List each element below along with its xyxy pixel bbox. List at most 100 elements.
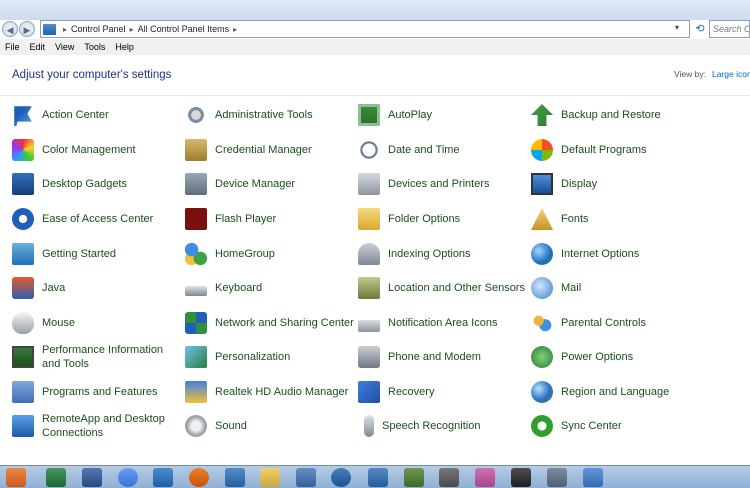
cp-item-autoplay[interactable]: AutoPlay xyxy=(358,100,528,130)
cp-item-remoteapp-and-desktop-connections[interactable]: RemoteApp and Desktop Connections xyxy=(12,411,182,441)
cp-item-color-management[interactable]: Color Management xyxy=(12,135,182,165)
network-share-icon[interactable] xyxy=(296,468,316,487)
paint-icon[interactable] xyxy=(475,468,495,487)
cp-item-performance-information-and-tools[interactable]: Performance Information and Tools xyxy=(12,342,182,372)
cp-item-homegroup[interactable]: HomeGroup xyxy=(185,239,355,269)
cp-item-parental-controls[interactable]: Parental Controls xyxy=(531,308,711,338)
cp-item-label: Mouse xyxy=(42,317,76,329)
cp-item-backup-and-restore[interactable]: Backup and Restore xyxy=(531,100,711,130)
menu-tools[interactable]: Tools xyxy=(79,39,110,55)
cp-item-ease-of-access-center[interactable]: Ease of Access Center xyxy=(12,204,182,234)
notification-icon xyxy=(358,319,380,332)
cp-item-network-and-sharing-center[interactable]: Network and Sharing Center xyxy=(185,308,355,338)
game-icon[interactable] xyxy=(404,468,424,487)
back-button[interactable]: ◀ xyxy=(2,21,18,37)
view-by-dropdown[interactable]: Large icons xyxy=(712,69,750,79)
backup-icon xyxy=(531,104,553,126)
admin-tools-icon xyxy=(185,104,207,126)
cp-item-label: Phone and Modem xyxy=(388,351,481,363)
excel-icon[interactable] xyxy=(46,468,66,487)
cp-item-folder-options[interactable]: Folder Options xyxy=(358,204,528,234)
cp-item-display[interactable]: Display xyxy=(531,169,711,199)
search-input[interactable]: Search Co xyxy=(709,20,750,38)
cp-item-programs-and-features[interactable]: Programs and Features xyxy=(12,377,182,407)
cmd-icon[interactable] xyxy=(511,468,531,487)
audio-manager-icon xyxy=(185,381,207,403)
menu-help[interactable]: Help xyxy=(110,39,139,55)
breadcrumb-control-panel[interactable]: Control Panel xyxy=(71,24,126,34)
network-monitor-icon[interactable] xyxy=(439,468,459,487)
cp-item-label: Speech Recognition xyxy=(382,420,481,432)
cp-item-notification-area-icons[interactable]: Notification Area Icons xyxy=(358,308,528,338)
page-title: Adjust your computer's settings xyxy=(12,69,172,81)
cp-item-mouse[interactable]: Mouse xyxy=(12,308,182,338)
cp-item-region-and-language[interactable]: Region and Language xyxy=(531,377,711,407)
fonts-icon xyxy=(531,208,553,230)
cp-item-label: Flash Player xyxy=(215,213,277,225)
cp-item-power-options[interactable]: Power Options xyxy=(531,342,711,372)
cp-item-phone-and-modem[interactable]: Phone and Modem xyxy=(358,342,528,372)
cp-item-device-manager[interactable]: Device Manager xyxy=(185,169,355,199)
chevron-down-icon[interactable]: ▾ xyxy=(675,23,679,32)
ease-of-access-icon xyxy=(12,208,34,230)
cp-item-label: Color Management xyxy=(42,144,136,156)
cp-item-keyboard[interactable]: Keyboard xyxy=(185,273,355,303)
word-icon[interactable] xyxy=(82,468,102,487)
cp-item-label: RemoteApp and Desktop Connections xyxy=(42,413,165,439)
control-panel-content: Adjust your computer's settings View by:… xyxy=(0,55,750,465)
cp-item-personalization[interactable]: Personalization xyxy=(185,342,355,372)
cp-item-realtek-hd-audio-manager[interactable]: Realtek HD Audio Manager xyxy=(185,377,355,407)
cp-item-date-and-time[interactable]: Date and Time xyxy=(358,135,528,165)
cp-item-indexing-options[interactable]: Indexing Options xyxy=(358,239,528,269)
cp-item-recovery[interactable]: Recovery xyxy=(358,377,528,407)
cp-item-label: Devices and Printers xyxy=(388,178,490,190)
menu-edit[interactable]: Edit xyxy=(25,39,51,55)
menu-view[interactable]: View xyxy=(50,39,79,55)
thunderbird-icon[interactable] xyxy=(225,468,245,487)
address-bar[interactable]: ▸ Control Panel ▸ All Control Panel Item… xyxy=(40,20,690,38)
cp-item-devices-and-printers[interactable]: Devices and Printers xyxy=(358,169,528,199)
cp-item-speech-recognition[interactable]: Speech Recognition xyxy=(358,411,522,441)
refresh-icon[interactable]: ⟲ xyxy=(692,20,708,38)
cp-item-credential-manager[interactable]: Credential Manager xyxy=(185,135,355,165)
header-divider xyxy=(0,95,750,96)
refresh-app-icon[interactable] xyxy=(368,468,388,487)
control-panel-icon[interactable] xyxy=(583,468,603,487)
chrome-icon[interactable] xyxy=(118,468,138,487)
speaker-icon xyxy=(185,415,207,437)
phone-icon xyxy=(358,346,380,368)
menu-file[interactable]: File xyxy=(0,39,25,55)
outlook-icon[interactable] xyxy=(153,468,173,487)
forward-button[interactable]: ▶ xyxy=(19,21,35,37)
recovery-icon xyxy=(358,381,380,403)
cp-item-location-and-other-sensors[interactable]: Location and Other Sensors xyxy=(358,273,528,303)
cp-item-flash-player[interactable]: Flash Player xyxy=(185,204,355,234)
cp-item-label: Mail xyxy=(561,282,582,294)
taskbar xyxy=(0,465,750,488)
cp-item-administrative-tools[interactable]: Administrative Tools xyxy=(185,100,355,130)
cp-item-fonts[interactable]: Fonts xyxy=(531,204,711,234)
network-icon xyxy=(185,312,207,334)
media-player-icon[interactable] xyxy=(6,468,26,487)
calculator-icon[interactable] xyxy=(547,468,567,487)
cp-item-getting-started[interactable]: Getting Started xyxy=(12,239,182,269)
cp-item-sync-center[interactable]: Sync Center xyxy=(531,411,711,441)
cp-item-label: Performance Information and Tools xyxy=(42,344,164,370)
cp-item-label: Display xyxy=(561,178,598,190)
cp-item-desktop-gadgets[interactable]: Desktop Gadgets xyxy=(12,169,182,199)
cp-item-sound[interactable]: Sound xyxy=(185,411,355,441)
malwarebytes-icon[interactable] xyxy=(331,468,351,487)
cp-item-internet-options[interactable]: Internet Options xyxy=(531,239,711,269)
cp-item-label: Java xyxy=(42,282,66,294)
firefox-icon[interactable] xyxy=(189,468,209,487)
breadcrumb-all-items[interactable]: All Control Panel Items xyxy=(138,24,230,34)
cp-item-label: Desktop Gadgets xyxy=(42,178,127,190)
explorer-icon[interactable] xyxy=(260,468,280,487)
cp-item-java[interactable]: Java xyxy=(12,273,182,303)
cp-item-label: Date and Time xyxy=(388,144,460,156)
cp-item-label: Device Manager xyxy=(215,178,296,190)
cp-item-label: Recovery xyxy=(388,386,435,398)
cp-item-default-programs[interactable]: Default Programs xyxy=(531,135,711,165)
cp-item-action-center[interactable]: Action Center xyxy=(12,100,182,130)
cp-item-mail[interactable]: Mail xyxy=(531,273,711,303)
